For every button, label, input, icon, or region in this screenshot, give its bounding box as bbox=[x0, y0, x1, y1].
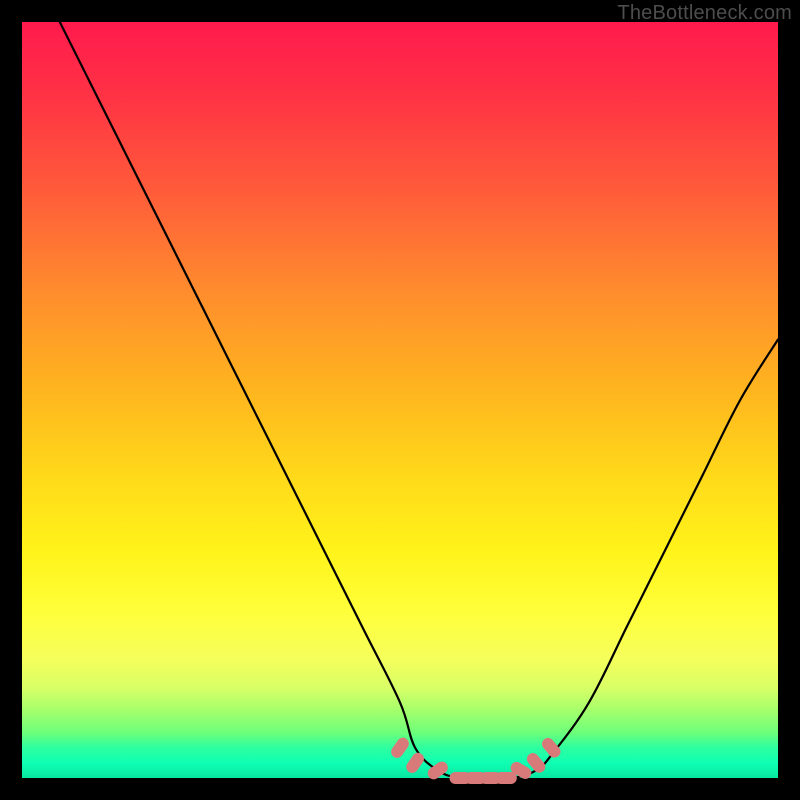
marker-layer bbox=[389, 735, 563, 784]
chart-svg bbox=[22, 22, 778, 778]
chart-stage: TheBottleneck.com bbox=[0, 0, 800, 800]
curve-marker bbox=[425, 759, 450, 781]
plot-area bbox=[22, 22, 778, 778]
curve-marker bbox=[495, 772, 517, 784]
curve-layer bbox=[60, 22, 778, 779]
curve-marker bbox=[389, 735, 411, 760]
curve-marker bbox=[404, 750, 426, 775]
bottleneck-curve bbox=[60, 22, 778, 779]
curve-marker bbox=[540, 735, 563, 760]
